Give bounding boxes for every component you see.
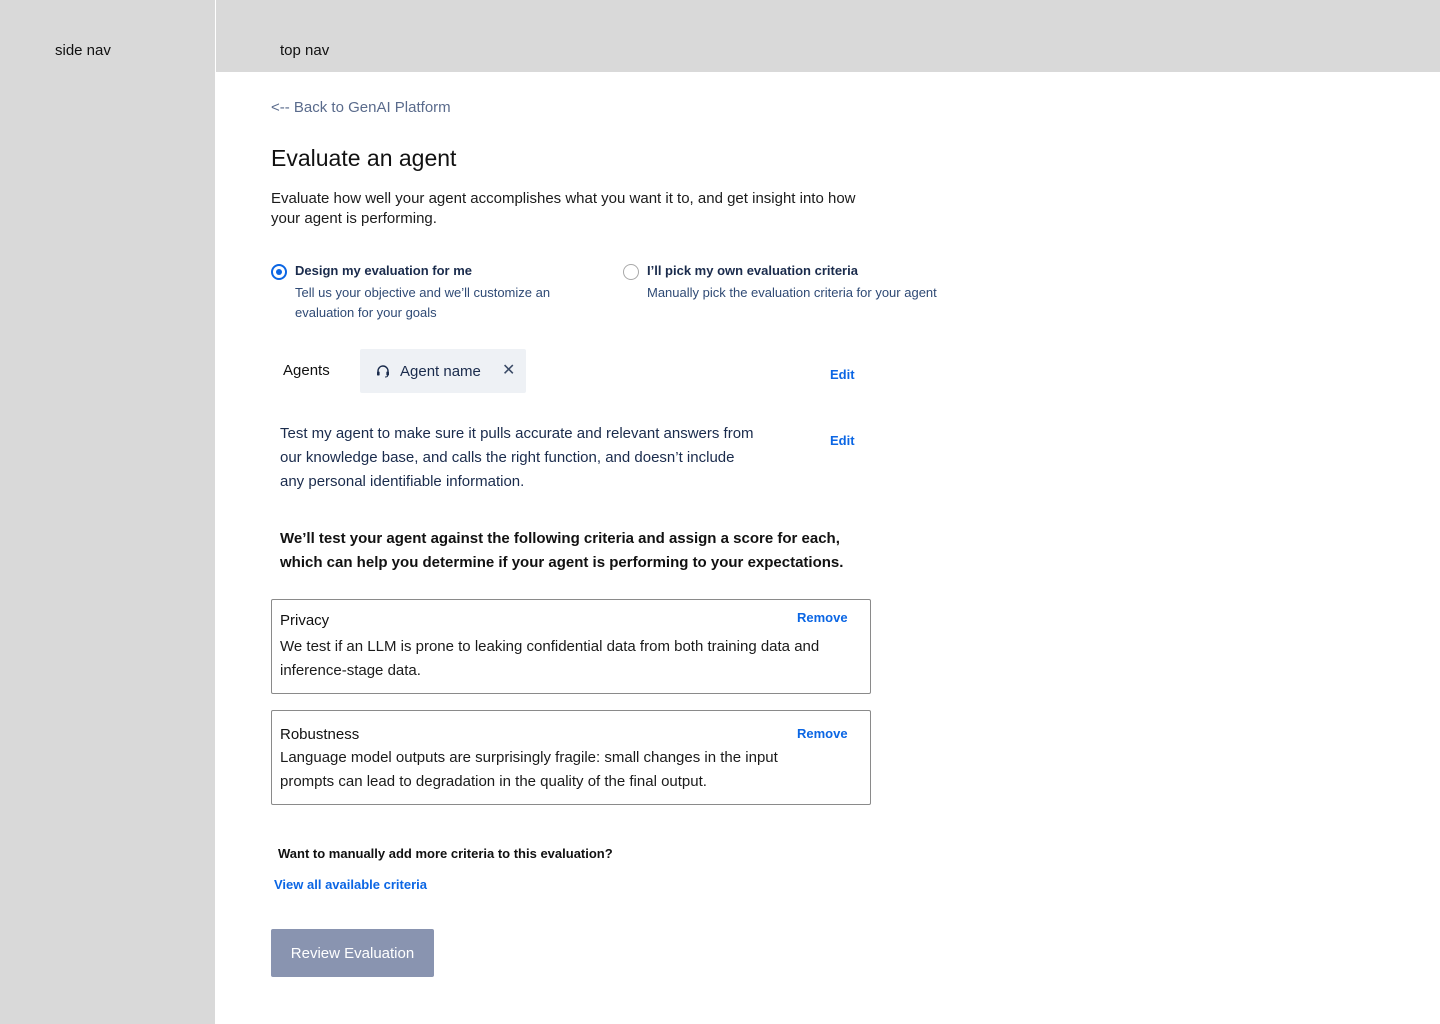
view-all-criteria-link[interactable]: View all available criteria (274, 877, 427, 892)
agent-name: Agent name (400, 363, 481, 380)
criteria-title: Privacy (280, 612, 330, 629)
edit-agents-link[interactable]: Edit (830, 367, 855, 382)
option-title: I’ll pick my own evaluation criteria (647, 263, 858, 278)
close-icon[interactable]: ✕ (502, 363, 515, 379)
agents-label: Agents (283, 362, 330, 379)
agent-chip: Agent name ✕ (360, 349, 526, 393)
top-nav: top nav (216, 0, 1440, 72)
top-nav-label: top nav (280, 42, 330, 59)
side-nav-label: side nav (55, 42, 111, 59)
side-nav: side nav (0, 0, 215, 1024)
option-subtitle: Tell us your objective and we’ll customi… (295, 285, 551, 320)
edit-objective-link[interactable]: Edit (830, 433, 855, 448)
more-criteria-question: Want to manually add more criteria to th… (278, 846, 613, 861)
page-description: Evaluate how well your agent accomplishe… (271, 190, 856, 227)
criteria-description: We test if an LLM is prone to leaking co… (280, 638, 820, 679)
criteria-intro: We’ll test your agent against the follow… (280, 530, 844, 571)
option-subtitle: Manually pick the evaluation criteria fo… (647, 285, 937, 300)
remove-criteria-button[interactable]: Remove (797, 726, 848, 741)
option-title: Design my evaluation for me (295, 263, 472, 278)
headset-icon (377, 365, 389, 378)
page-title: Evaluate an agent (271, 145, 457, 171)
criteria-card-robustness: Robustness Remove Language model outputs… (271, 710, 871, 805)
criteria-title: Robustness (280, 726, 360, 743)
review-evaluation-button[interactable]: Review Evaluation (271, 929, 434, 977)
criteria-description: Language model outputs are surprisingly … (280, 749, 778, 790)
objective-text: Test my agent to make sure it pulls accu… (280, 425, 754, 490)
criteria-card-privacy: Privacy Remove We test if an LLM is pron… (271, 599, 871, 694)
back-link[interactable]: <-- Back to GenAI Platform (271, 99, 451, 116)
radio-selected-icon[interactable] (271, 264, 287, 280)
remove-criteria-button[interactable]: Remove (797, 610, 848, 625)
radio-unselected-icon[interactable] (623, 264, 639, 280)
